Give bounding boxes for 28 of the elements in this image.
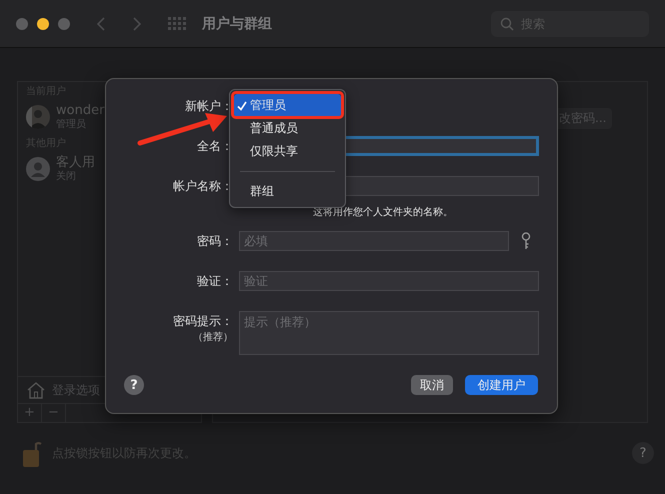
field-label: 新帐户： (185, 98, 233, 114)
window-control[interactable] (37, 18, 49, 30)
create-button[interactable]: 创建用户 (465, 375, 538, 395)
menu-item[interactable]: 仅限共享 (234, 140, 341, 163)
field-label: 密码： (197, 233, 233, 249)
help-button[interactable]: ? (632, 442, 654, 464)
help-button[interactable]: ? (124, 375, 144, 395)
menu-item[interactable]: 群组 (234, 180, 341, 203)
menu-item[interactable]: 管理员 (234, 94, 341, 117)
input-field[interactable]: 提示（推荐） (239, 311, 539, 355)
grid-icon[interactable] (168, 17, 186, 30)
checkmark-icon (237, 100, 247, 110)
forward-icon[interactable] (132, 16, 142, 32)
key-icon[interactable] (521, 232, 531, 250)
house-icon (26, 381, 46, 399)
field-label: 验证： (197, 273, 233, 289)
menu-item[interactable]: 普通成员 (234, 117, 341, 140)
search-icon (500, 16, 514, 30)
field-label: 密码提示： (173, 313, 233, 329)
input-field[interactable]: 验证 (239, 271, 539, 291)
back-icon[interactable] (96, 16, 106, 32)
cancel-button[interactable]: 取消 (411, 375, 453, 395)
field-sublabel: （推荐） (193, 331, 233, 345)
field-label: 全名： (197, 138, 233, 154)
field-label: 帐户名称： (173, 178, 233, 194)
window-title: 用户与群组 (202, 14, 272, 32)
person-icon (26, 157, 50, 181)
input-field[interactable]: 必填 (239, 231, 509, 251)
